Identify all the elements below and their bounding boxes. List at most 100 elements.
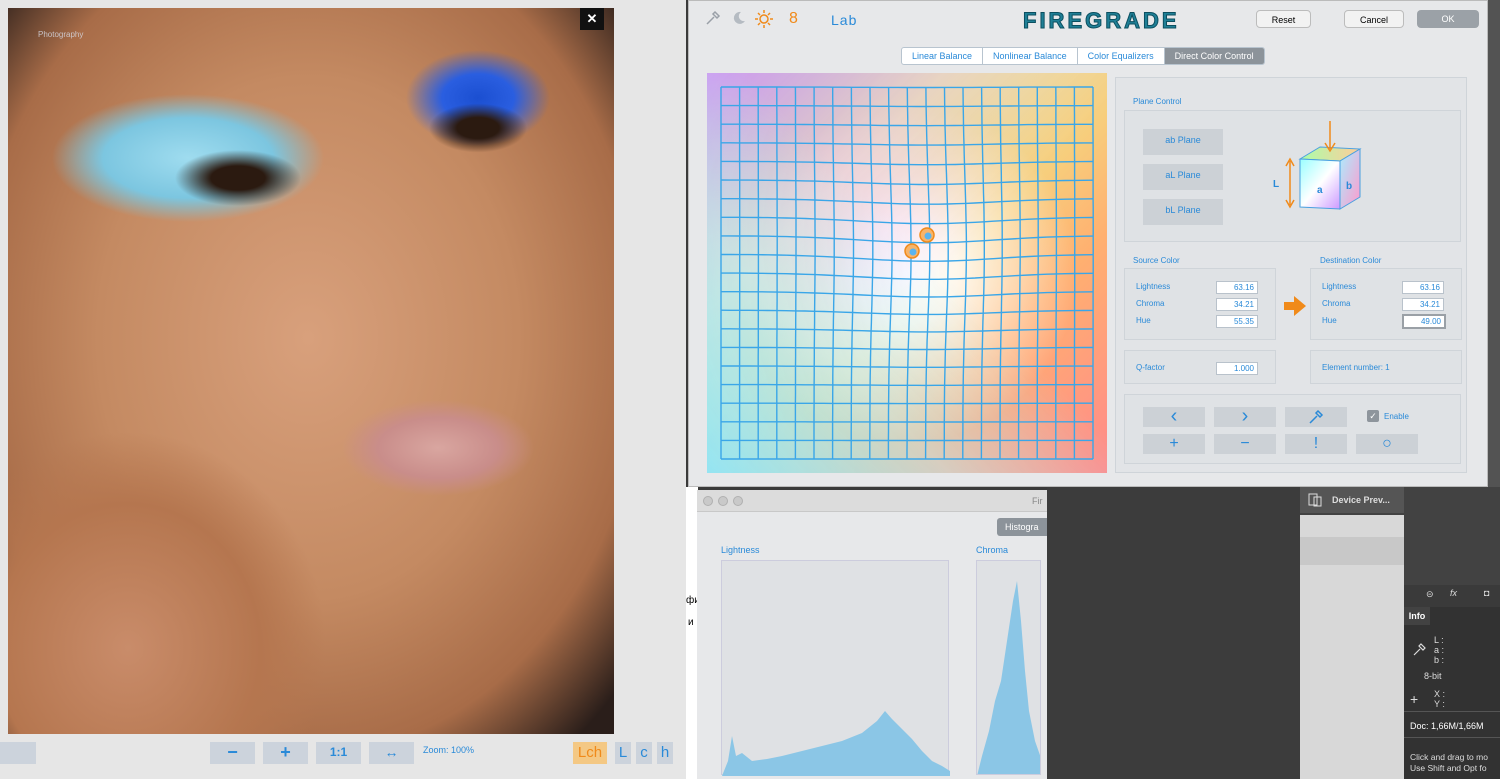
mask-icon[interactable]: ◘ (1484, 588, 1489, 598)
eyedropper-icon (1309, 409, 1324, 424)
histogram-window: Fir Histogra Lightness Chroma (697, 490, 1047, 779)
device-preview-pane (1300, 515, 1404, 779)
mode-tabs: Linear Balance Nonlinear Balance Color E… (901, 47, 1265, 65)
bit-depth-indicator[interactable]: 8 (789, 10, 798, 28)
eyedropper-icon[interactable] (705, 10, 721, 31)
source-chroma-label: Chroma (1136, 299, 1165, 308)
bit-depth-label: 8-bit (1424, 671, 1442, 681)
image-preview-window: Photography ✕ − + 1:1 ↔ Zoom: 100% Lch L… (0, 0, 686, 779)
help-line-1: Click and drag to mo (1410, 752, 1488, 762)
add-element-button[interactable]: + (1143, 434, 1205, 454)
plane-control-title: Plane Control (1133, 97, 1182, 106)
eyedropper-icon (1412, 643, 1426, 662)
ab-plane-button[interactable]: ab Plane (1143, 129, 1223, 155)
next-element-button[interactable]: › (1214, 406, 1276, 427)
firegrade-logo: FIREGRADE (1023, 8, 1180, 34)
chroma-histogram (976, 560, 1041, 775)
source-color-title: Source Color (1133, 256, 1180, 265)
sun-icon[interactable] (755, 10, 773, 33)
view-c-button[interactable]: c (636, 742, 652, 764)
view-lch-button[interactable]: Lch (573, 742, 607, 764)
tab-histogram[interactable]: Histogra (997, 518, 1047, 536)
cube-l-label: L (1273, 179, 1280, 190)
q-factor-value[interactable]: 1.000 (1216, 362, 1258, 375)
circle-button[interactable]: ○ (1356, 434, 1418, 454)
source-hue-value[interactable]: 55.35 (1216, 315, 1258, 328)
element-number-box: Element number: 1 (1310, 350, 1462, 384)
ok-button[interactable]: OK (1417, 10, 1479, 28)
ps-panel-area: Device Prev... ⊝ fx ◘ Info L : a : b : 8… (1300, 487, 1500, 779)
grid-lines (720, 86, 1094, 460)
histogram-title: Fir (1032, 496, 1043, 506)
source-lightness-value[interactable]: 63.16 (1216, 281, 1258, 294)
info-a-label: a : (1434, 645, 1445, 655)
view-h-button[interactable]: h (657, 742, 673, 764)
window-zoom-icon[interactable] (733, 496, 743, 506)
pick-color-button[interactable] (1285, 407, 1347, 427)
lab-cube-icon[interactable]: L a b (1265, 119, 1385, 234)
xy-readout: X : Y : (1434, 689, 1445, 709)
tab-direct-color-control[interactable]: Direct Color Control (1164, 48, 1264, 64)
color-space-indicator[interactable]: Lab (831, 12, 857, 28)
cancel-button[interactable]: Cancel (1344, 10, 1404, 28)
remove-element-button[interactable]: − (1214, 434, 1276, 454)
destination-color-title: Destination Color (1320, 256, 1382, 265)
device-preview-label: Device Prev... (1332, 495, 1390, 505)
zoom-in-button[interactable]: + (263, 742, 308, 764)
tab-color-equalizers[interactable]: Color Equalizers (1078, 48, 1165, 64)
device-preview-icon (1308, 493, 1322, 512)
actions-box: ‹ › ✓ Enable + − ! ○ (1124, 394, 1461, 464)
enable-checkbox[interactable]: ✓ (1367, 410, 1379, 422)
link-icon[interactable]: ⊝ (1426, 589, 1434, 600)
source-color-box: Lightness 63.16 Chroma 34.21 Hue 55.35 (1124, 268, 1276, 340)
color-plane-grid[interactable] (707, 73, 1107, 473)
source-lightness-label: Lightness (1136, 282, 1171, 291)
window-close-icon[interactable] (703, 496, 713, 506)
q-factor-label: Q-factor (1136, 363, 1165, 372)
moon-icon[interactable] (731, 10, 747, 31)
layers-toolbar: ⊝ fx ◘ (1404, 585, 1500, 607)
close-icon[interactable]: ✕ (580, 8, 604, 30)
zoom-out-button[interactable]: − (210, 742, 255, 764)
tab-nonlinear-balance[interactable]: Nonlinear Balance (983, 48, 1078, 64)
actual-size-button[interactable]: 1:1 (316, 742, 361, 764)
info-b-label: b : (1434, 655, 1445, 665)
workspace-background (1047, 487, 1300, 779)
dest-lightness-value[interactable]: 63.16 (1402, 281, 1444, 294)
tab-info[interactable]: Info (1404, 607, 1430, 625)
reset-element-button[interactable]: ! (1285, 434, 1347, 454)
cube-b-label: b (1346, 181, 1353, 192)
source-chroma-value[interactable]: 34.21 (1216, 298, 1258, 311)
lab-readout: L : a : b : (1434, 635, 1444, 665)
fit-width-button[interactable]: ↔ (369, 742, 414, 764)
element-number-text: Element number: 1 (1322, 363, 1390, 372)
dest-chroma-value[interactable]: 34.21 (1402, 298, 1444, 311)
cube-a-label: a (1317, 185, 1323, 196)
arrow-right-icon (1284, 296, 1306, 321)
left-partial-button[interactable] (0, 742, 36, 764)
q-factor-box: Q-factor 1.000 (1124, 350, 1276, 384)
device-preview-header[interactable]: Device Prev... (1300, 487, 1404, 513)
fx-icon[interactable]: fx (1450, 588, 1457, 598)
zoom-level-text: Zoom: 100% (423, 745, 475, 755)
dest-hue-value[interactable]: 49.00 (1402, 314, 1446, 329)
source-hue-label: Hue (1136, 316, 1151, 325)
window-minimize-icon[interactable] (718, 496, 728, 506)
view-l-button[interactable]: L (615, 742, 631, 764)
bl-plane-button[interactable]: bL Plane (1143, 199, 1223, 225)
al-plane-button[interactable]: aL Plane (1143, 164, 1223, 190)
doc-size-info: Doc: 1,66M/1,66M (1410, 721, 1484, 731)
dest-chroma-label: Chroma (1322, 299, 1351, 308)
info-l-label: L : (1434, 635, 1444, 645)
portrait-photo: Photography (8, 8, 614, 734)
reset-button[interactable]: Reset (1256, 10, 1311, 28)
destination-color-box: Lightness 63.16 Chroma 34.21 Hue 49.00 (1310, 268, 1462, 340)
previous-element-button[interactable]: ‹ (1143, 406, 1205, 427)
control-panel: Plane Control ab Plane aL Plane bL Plane (1115, 77, 1467, 473)
plane-control-box: ab Plane aL Plane bL Plane L a b (1124, 110, 1461, 242)
help-line-2: Use Shift and Opt fo (1410, 763, 1487, 773)
info-x-label: X : (1434, 689, 1446, 699)
histogram-titlebar: Fir (697, 490, 1047, 512)
ps-right-strip (1488, 0, 1500, 487)
tab-linear-balance[interactable]: Linear Balance (902, 48, 984, 64)
